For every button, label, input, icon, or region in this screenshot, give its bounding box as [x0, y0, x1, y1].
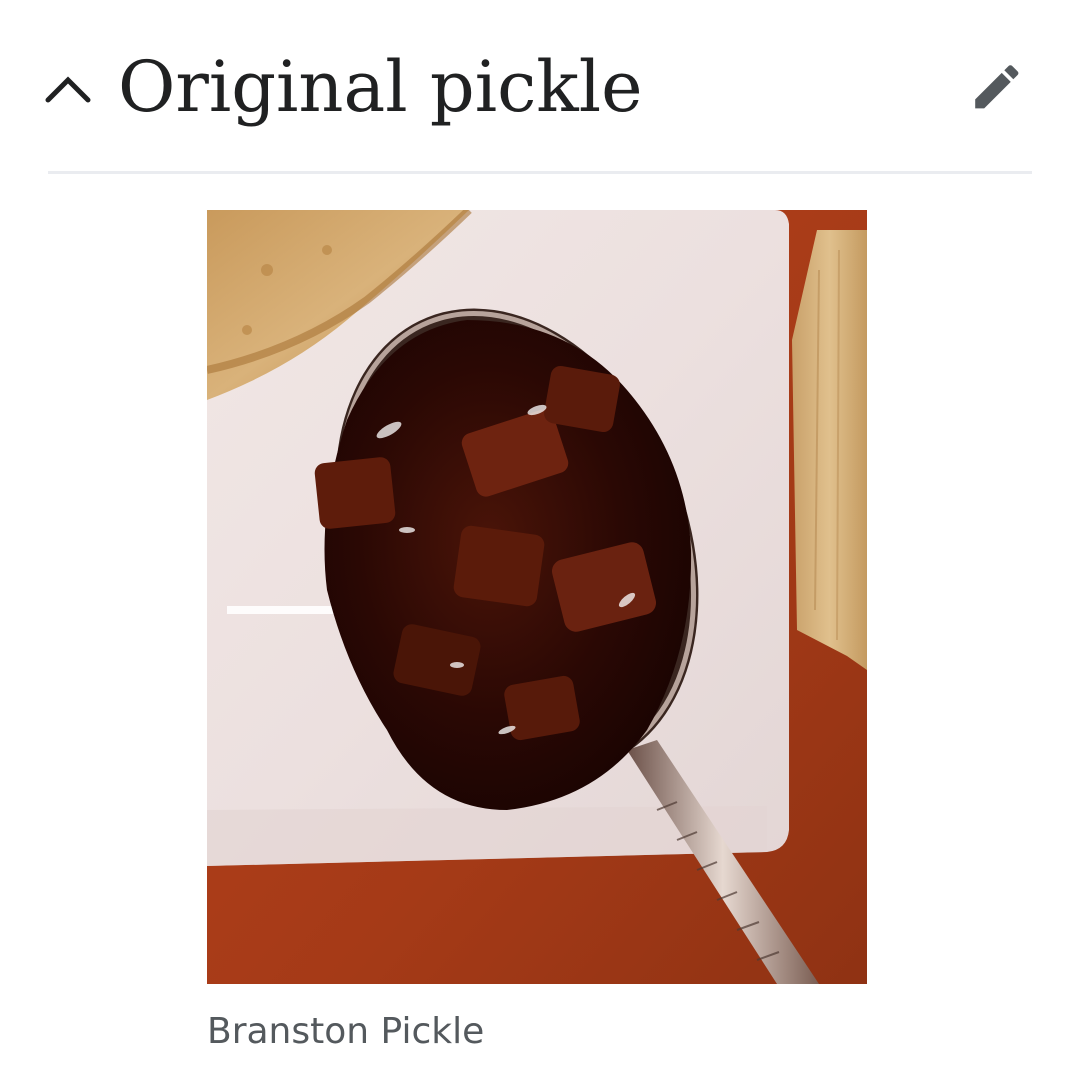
section-header: Original pickle — [0, 0, 1080, 172]
pickle-photo[interactable] — [207, 210, 867, 984]
edit-section-button[interactable] — [960, 50, 1040, 130]
image-caption: Branston Pickle — [207, 1011, 485, 1052]
collapse-section-button[interactable] — [40, 66, 96, 114]
pencil-icon — [975, 65, 1019, 109]
chevron-up-icon — [45, 76, 91, 103]
section-divider — [48, 171, 1032, 174]
section-title: Original pickle — [118, 46, 643, 128]
pickle-on-spoon-image — [207, 210, 867, 984]
